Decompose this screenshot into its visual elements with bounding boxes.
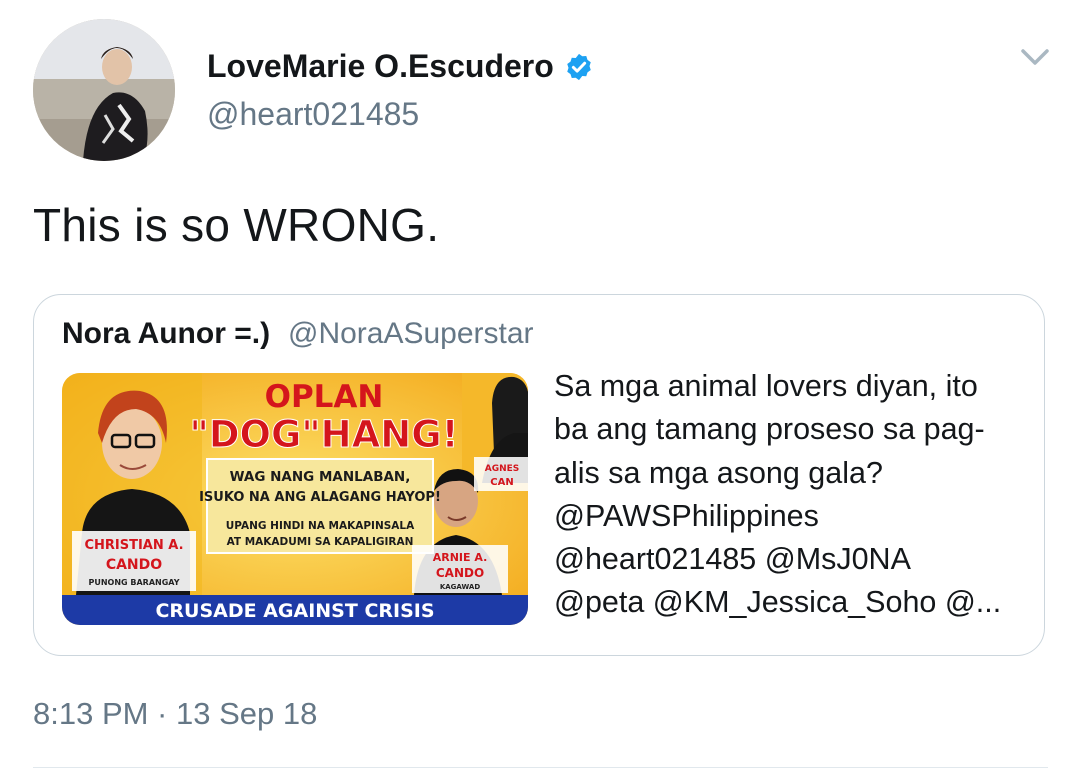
quoted-text-line: alis sa mga asong gala? <box>554 455 883 490</box>
poster-message-1: WAG NANG MANLABAN, <box>230 469 411 485</box>
user-handle[interactable]: @heart021485 <box>207 96 419 133</box>
quoted-tweet-image[interactable]: OPLAN "DOG"HANG! WAG NANG MANLABAN, ISUK… <box>62 373 528 625</box>
poster-message-4: AT MAKADUMI SA KAPALIGIRAN <box>227 536 414 548</box>
poster-person-2-last: CANDO <box>436 566 484 580</box>
poster-person-1-last: CANDO <box>106 557 162 573</box>
quoted-display-name: Nora Aunor =.) <box>62 317 271 350</box>
quoted-handle: @NoraASuperstar <box>288 317 534 350</box>
poster-message-3: UPANG HINDI NA MAKAPINSALA <box>226 520 415 532</box>
poster-person-3-first: AGNES <box>485 464 520 474</box>
tweet-detail: LoveMarie O.Escudero @heart021485 This i… <box>0 0 1080 772</box>
display-name[interactable]: LoveMarie O.Escudero <box>207 48 594 85</box>
quoted-tweet-card[interactable]: Nora Aunor =.) @NoraASuperstar OPLAN "DO… <box>33 294 1045 656</box>
poster-person-1-first: CHRISTIAN A. <box>84 538 183 553</box>
verified-badge-icon <box>564 52 594 82</box>
quoted-tweet-text: Sa mga animal lovers diyan, ito ba ang t… <box>554 365 1024 625</box>
quoted-text-line: Sa mga animal lovers diyan, ito <box>554 369 978 403</box>
tweet-text: This is so WRONG. <box>33 199 440 251</box>
quoted-text-line[interactable]: @PAWSPhilippines <box>554 495 1024 538</box>
poster-message-2: ISUKO NA ANG ALAGANG HAYOP! <box>199 490 441 505</box>
chevron-down-icon[interactable] <box>1020 46 1050 68</box>
tweet-timestamp[interactable]: 8:13 PM · 13 Sep 18 <box>33 696 317 732</box>
divider <box>33 767 1048 768</box>
quoted-text-line[interactable]: @peta @KM_Jessica_Soho @... <box>554 581 1024 624</box>
poster-headline-1: OPLAN <box>265 379 384 415</box>
quoted-text-line[interactable]: @heart021485 @MsJ0NA <box>554 538 1024 581</box>
poster-headline-2: "DOG"HANG! <box>190 413 459 456</box>
avatar[interactable] <box>33 19 175 161</box>
poster-person-2-title: KAGAWAD <box>440 583 481 591</box>
poster-person-3-last: CAN <box>490 477 513 488</box>
quoted-text-line: ba ang tamang proseso sa pag- <box>554 412 985 447</box>
poster-banner: CRUSADE AGAINST CRISIS <box>155 600 434 622</box>
display-name-text[interactable]: LoveMarie O.Escudero <box>207 48 554 85</box>
poster-person-2-first: ARNIE A. <box>433 551 488 564</box>
poster-person-1-title: PUNONG BARANGAY <box>88 578 179 587</box>
